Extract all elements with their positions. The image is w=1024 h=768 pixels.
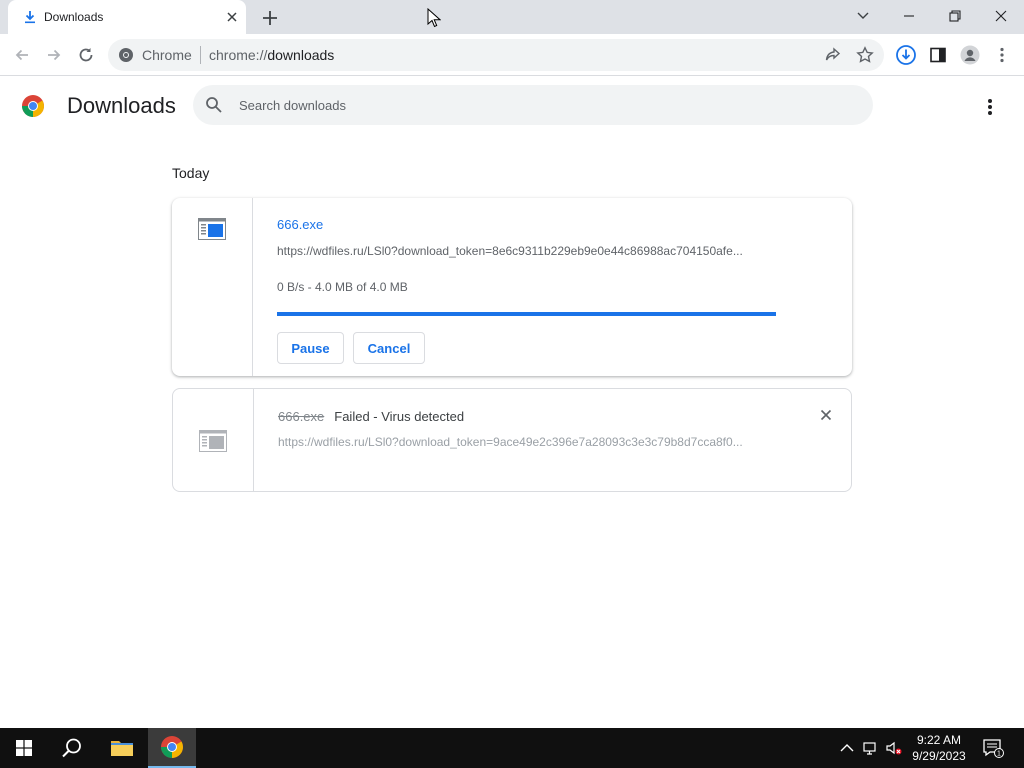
system-clock[interactable]: 9:22 AM 9/29/2023 (903, 732, 975, 764)
more-actions-icon[interactable] (978, 95, 1002, 119)
search-icon (206, 97, 222, 113)
new-tab-icon[interactable] (259, 7, 281, 29)
tab-search-button[interactable] (840, 0, 886, 32)
card-divider (252, 198, 253, 376)
taskbar: 9:22 AM 9/29/2023 1 (0, 728, 1024, 768)
chrome-taskbar-button[interactable] (148, 728, 196, 768)
url-scheme: chrome:// (209, 47, 268, 63)
windows-logo-icon (16, 740, 32, 756)
taskbar-search-button[interactable] (48, 728, 96, 768)
exe-file-icon (198, 218, 226, 240)
forward-arrow-icon (48, 49, 61, 61)
url-text[interactable]: chrome://downloads (209, 47, 334, 63)
chrome-icon (119, 48, 133, 62)
bookmark-star-icon[interactable] (856, 46, 874, 64)
volume-muted-icon[interactable] (886, 740, 902, 756)
back-arrow-icon (15, 49, 28, 61)
restore-icon (949, 10, 961, 22)
pause-button[interactable]: Pause (277, 332, 344, 364)
file-icon (199, 430, 227, 452)
clock-date: 9/29/2023 (912, 749, 966, 763)
downloads-button[interactable] (894, 43, 918, 67)
tab-title: Downloads (44, 10, 104, 24)
avatar-icon (960, 45, 980, 65)
progress-bar (277, 312, 776, 316)
side-panel-button[interactable] (926, 43, 950, 67)
file-explorer-button[interactable] (98, 728, 146, 768)
minimize-button[interactable] (886, 0, 932, 32)
chrome-menu-button[interactable] (990, 43, 1014, 67)
share-icon[interactable] (824, 46, 842, 64)
chevron-up-icon[interactable] (839, 740, 855, 756)
download-circle-icon (896, 45, 916, 65)
mouse-cursor-icon (427, 8, 441, 28)
chrome-logo-icon (161, 736, 183, 758)
progress-bar-fill (277, 312, 776, 316)
close-icon (995, 10, 1007, 22)
close-window-button[interactable] (978, 0, 1024, 32)
file-name: 666.exe (278, 409, 325, 424)
folder-icon (111, 741, 133, 756)
reload-button[interactable] (74, 43, 98, 67)
download-icon (25, 11, 35, 24)
remove-from-list-icon[interactable] (818, 407, 834, 423)
cancel-button[interactable]: Cancel (353, 332, 425, 364)
search-input[interactable] (239, 95, 839, 115)
chevron-down-icon (857, 12, 869, 19)
notifications-icon[interactable]: 1 (982, 738, 1004, 758)
tab-downloads[interactable]: Downloads (8, 0, 246, 34)
card-divider (253, 389, 254, 491)
source-url-link[interactable]: https://wdfiles.ru/LSl0?download_token=9… (278, 435, 743, 449)
start-button[interactable] (0, 728, 48, 768)
profile-button[interactable] (958, 43, 982, 67)
more-vertical-icon (1000, 47, 1004, 63)
network-icon[interactable] (863, 740, 879, 756)
side-panel-icon (930, 47, 946, 63)
page-title: Downloads (67, 93, 176, 118)
downloads-header: Downloads (0, 77, 1024, 133)
failure-status: Failed - Virus detected (334, 409, 465, 424)
close-tab-icon[interactable] (224, 9, 240, 25)
reload-icon (79, 48, 93, 62)
site-label: Chrome (142, 47, 192, 63)
date-group-label: Today (172, 165, 210, 181)
search-icon (62, 738, 81, 758)
back-button[interactable] (10, 43, 34, 67)
browser-toolbar: Chrome chrome://downloads (0, 34, 1024, 76)
url-path: downloads (267, 47, 335, 63)
download-progress-text: 0 B/s - 4.0 MB of 4.0 MB (277, 280, 408, 294)
omnibox[interactable]: Chrome chrome://downloads (108, 39, 884, 71)
clock-time: 9:22 AM (916, 733, 962, 747)
forward-button[interactable] (42, 43, 66, 67)
download-item-active: 666.exe https://wdfiles.ru/LSl0?download… (172, 198, 852, 376)
chrome-logo-icon (22, 95, 44, 117)
minimize-icon (904, 15, 914, 17)
omnibox-divider (200, 46, 201, 64)
tab-strip: Downloads (0, 0, 1024, 34)
download-item-failed: 666.exe Failed - Virus detected https://w… (172, 388, 852, 492)
restore-button[interactable] (932, 0, 978, 32)
search-box[interactable] (193, 85, 873, 125)
file-name-link[interactable]: 666.exe (277, 217, 323, 232)
failed-header: 666.exe Failed - Virus detected (278, 409, 464, 424)
notification-count: 1 (997, 751, 1001, 758)
source-url-link[interactable]: https://wdfiles.ru/LSl0?download_token=8… (277, 244, 743, 258)
